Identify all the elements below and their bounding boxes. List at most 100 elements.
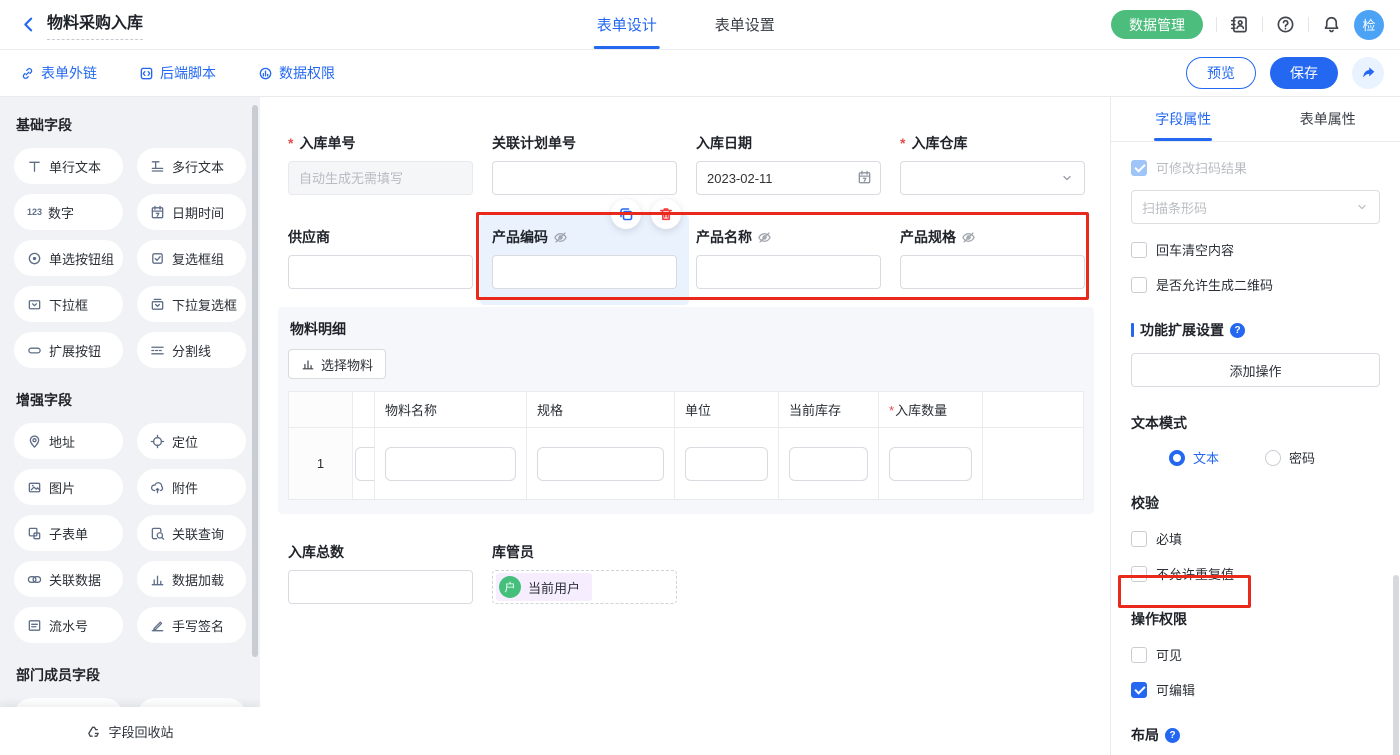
unit-input[interactable] — [685, 447, 768, 481]
radio-text-mode-text[interactable]: 文本 — [1169, 448, 1219, 467]
checkbox-unchecked[interactable] — [1131, 566, 1147, 582]
eye-off-icon — [757, 230, 772, 245]
allow-qrcode-label: 是否允许生成二维码 — [1156, 275, 1273, 294]
save-button[interactable]: 保存 — [1270, 57, 1338, 89]
sidebar-item-single-line-text[interactable]: 单行文本 — [14, 148, 123, 184]
order-no-input[interactable] — [288, 161, 473, 195]
cell-unit — [675, 428, 779, 500]
sidebar-item-extend-button[interactable]: 扩展按钮 — [14, 332, 123, 368]
field-total-count[interactable]: 入库总数 — [288, 542, 473, 604]
scan-result-checkbox-row[interactable]: 可修改扫码结果 — [1131, 158, 1380, 177]
checkbox-checked-disabled[interactable] — [1131, 160, 1147, 176]
sidebar-item-related-query[interactable]: 关联查询 — [137, 515, 246, 551]
radio-text-mode-password[interactable]: 密码 — [1265, 448, 1315, 467]
clear-on-enter-checkbox-row[interactable]: 回车清空内容 — [1131, 240, 1380, 259]
sidebar-item-number[interactable]: 123数字 — [14, 194, 123, 230]
panel-scrollbar[interactable] — [1393, 575, 1399, 755]
checkbox-unchecked[interactable] — [1131, 277, 1147, 293]
product-spec-input[interactable] — [900, 255, 1085, 289]
field-warehouse-keeper[interactable]: 库管员 户 当前用户 — [492, 542, 677, 604]
sidebar-item-address[interactable]: 地址 — [14, 423, 123, 459]
share-button[interactable] — [1352, 57, 1384, 89]
field-product-code-selected[interactable]: 产品编码 — [492, 227, 677, 289]
form-external-link[interactable]: 表单外链 — [20, 63, 97, 83]
visible-checkbox-row[interactable]: 可见 — [1131, 645, 1380, 664]
delete-field-button[interactable] — [651, 199, 681, 229]
field-label: 关联计划单号 — [492, 133, 677, 153]
tab-form-design[interactable]: 表单设计 — [597, 0, 657, 49]
help-icon[interactable] — [1276, 15, 1295, 34]
notification-bell-icon[interactable] — [1322, 15, 1341, 34]
sidebar-item-subform[interactable]: 子表单 — [14, 515, 123, 551]
sidebar-item-multi-select[interactable]: 下拉复选框 — [137, 286, 246, 322]
no-duplicate-checkbox-row[interactable]: 不允许重复值 — [1131, 564, 1380, 583]
keeper-member-box[interactable]: 户 当前用户 — [492, 570, 677, 604]
sidebar-item-divider[interactable]: 分割线 — [137, 332, 246, 368]
current-stock-input[interactable] — [789, 447, 868, 481]
total-count-input[interactable] — [288, 570, 473, 604]
plan-no-input[interactable] — [492, 161, 677, 195]
checkbox-checked[interactable] — [1131, 682, 1147, 698]
contacts-icon[interactable] — [1230, 15, 1249, 34]
radio-dot-unselected[interactable] — [1265, 450, 1281, 466]
help-icon[interactable]: ? — [1230, 323, 1245, 338]
back-icon[interactable] — [20, 16, 37, 33]
sidebar-item-serial-number[interactable]: 流水号 — [14, 607, 123, 643]
supplier-input[interactable] — [288, 255, 473, 289]
radio-dot-selected[interactable] — [1169, 450, 1185, 466]
allow-qrcode-checkbox-row[interactable]: 是否允许生成二维码 — [1131, 275, 1380, 294]
sidebar-item-datetime[interactable]: 日期时间 — [137, 194, 246, 230]
tab-form-properties[interactable]: 表单属性 — [1256, 97, 1400, 141]
field-order-no[interactable]: *入库单号 — [288, 133, 473, 195]
checkbox-unchecked[interactable] — [1131, 647, 1147, 663]
data-permission-link[interactable]: 数据权限 — [258, 63, 335, 83]
data-manage-button[interactable]: 数据管理 — [1111, 10, 1203, 39]
field-label-text: 入库仓库 — [911, 133, 967, 153]
clipped-input[interactable] — [355, 447, 375, 481]
sidebar-item-data-load[interactable]: 数据加载 — [137, 561, 246, 597]
user-avatar[interactable]: 检 — [1354, 10, 1384, 40]
warehouse-select[interactable] — [900, 161, 1085, 195]
sidebar-item-multi-line-text[interactable]: 多行文本 — [137, 148, 246, 184]
divider — [1216, 17, 1217, 32]
sidebar-scrollbar[interactable] — [252, 105, 258, 657]
help-icon[interactable]: ? — [1165, 728, 1180, 743]
select-material-button[interactable]: 选择物料 — [288, 349, 386, 379]
field-plan-no[interactable]: 关联计划单号 — [492, 133, 677, 195]
copy-field-button[interactable] — [611, 199, 641, 229]
field-supplier[interactable]: 供应商 — [288, 227, 473, 289]
field-warehouse[interactable]: *入库仓库 — [900, 133, 1085, 195]
col-current-stock: 当前库存 — [779, 392, 879, 428]
field-recycle-bin[interactable]: 字段回收站 — [0, 707, 260, 755]
field-product-spec[interactable]: 产品规格 — [900, 227, 1085, 289]
sidebar-item-checkbox-group[interactable]: 复选框组 — [137, 240, 246, 276]
sidebar-item-select[interactable]: 下拉框 — [14, 286, 123, 322]
preview-button[interactable]: 预览 — [1186, 57, 1256, 89]
scan-type-select[interactable]: 扫描条形码 — [1131, 190, 1380, 224]
backend-script-link[interactable]: 后端脚本 — [139, 63, 216, 83]
calendar-icon[interactable] — [857, 170, 872, 185]
sidebar-item-signature[interactable]: 手写签名 — [137, 607, 246, 643]
inbound-qty-input[interactable] — [889, 447, 972, 481]
spec-input[interactable] — [537, 447, 664, 481]
field-product-name[interactable]: 产品名称 — [696, 227, 881, 289]
add-action-button[interactable]: 添加操作 — [1131, 353, 1380, 387]
sidebar-item-attachment[interactable]: 附件 — [137, 469, 246, 505]
product-code-input[interactable] — [492, 255, 677, 289]
sidebar-item-related-data[interactable]: 关联数据 — [14, 561, 123, 597]
editable-checkbox-row[interactable]: 可编辑 — [1131, 680, 1380, 699]
material-name-input[interactable] — [385, 447, 516, 481]
checkbox-unchecked[interactable] — [1131, 242, 1147, 258]
sidebar-item-radio-group[interactable]: 单选按钮组 — [14, 240, 123, 276]
sidebar-item-location[interactable]: 定位 — [137, 423, 246, 459]
date-input[interactable] — [696, 161, 881, 195]
required-checkbox-row[interactable]: 必填 — [1131, 529, 1380, 548]
checkbox-unchecked[interactable] — [1131, 531, 1147, 547]
current-user-tag[interactable]: 户 当前用户 — [496, 573, 592, 601]
sidebar-item-image[interactable]: 图片 — [14, 469, 123, 505]
tab-field-properties[interactable]: 字段属性 — [1111, 97, 1256, 141]
field-inbound-date[interactable]: 入库日期 — [696, 133, 881, 195]
page-title[interactable]: 物料采购入库 — [47, 9, 143, 40]
product-name-input[interactable] — [696, 255, 881, 289]
tab-form-settings[interactable]: 表单设置 — [715, 0, 775, 49]
